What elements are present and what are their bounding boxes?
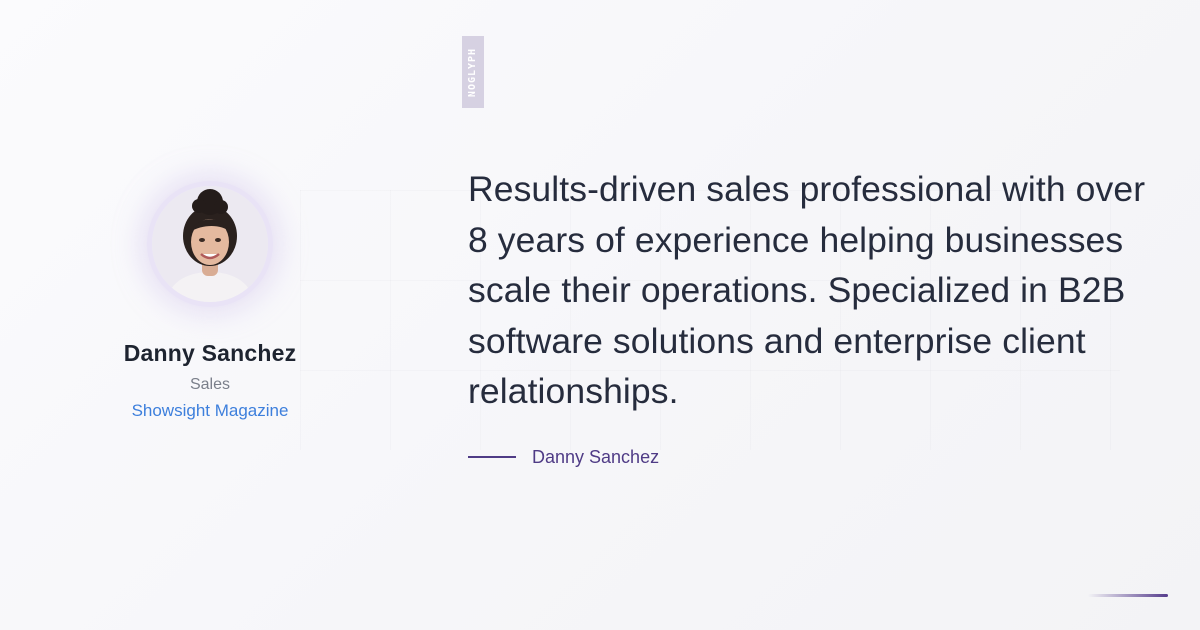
quote-attribution: Danny Sanchez <box>468 446 659 468</box>
brand-logo-text: NOGLYPH <box>467 47 479 97</box>
attribution-divider <box>468 456 516 458</box>
testimonial-quote: Results-driven sales professional with o… <box>468 169 1146 411</box>
brand-logo: NOGLYPH <box>462 36 484 108</box>
profile-panel: Danny Sanchez Sales Showsight Magazine <box>80 186 340 421</box>
corner-accent-line <box>1088 594 1168 597</box>
testimonial-card: NOGLYPH Danny Sanchez Sales Showsight Ma… <box>0 0 1200 630</box>
profile-name: Danny Sanchez <box>123 340 297 366</box>
avatar-photo <box>152 186 268 302</box>
avatar <box>152 186 268 302</box>
profile-company: Showsight Magazine <box>131 401 289 420</box>
attribution-name: Danny Sanchez <box>532 446 660 467</box>
profile-role: Sales <box>189 376 231 393</box>
